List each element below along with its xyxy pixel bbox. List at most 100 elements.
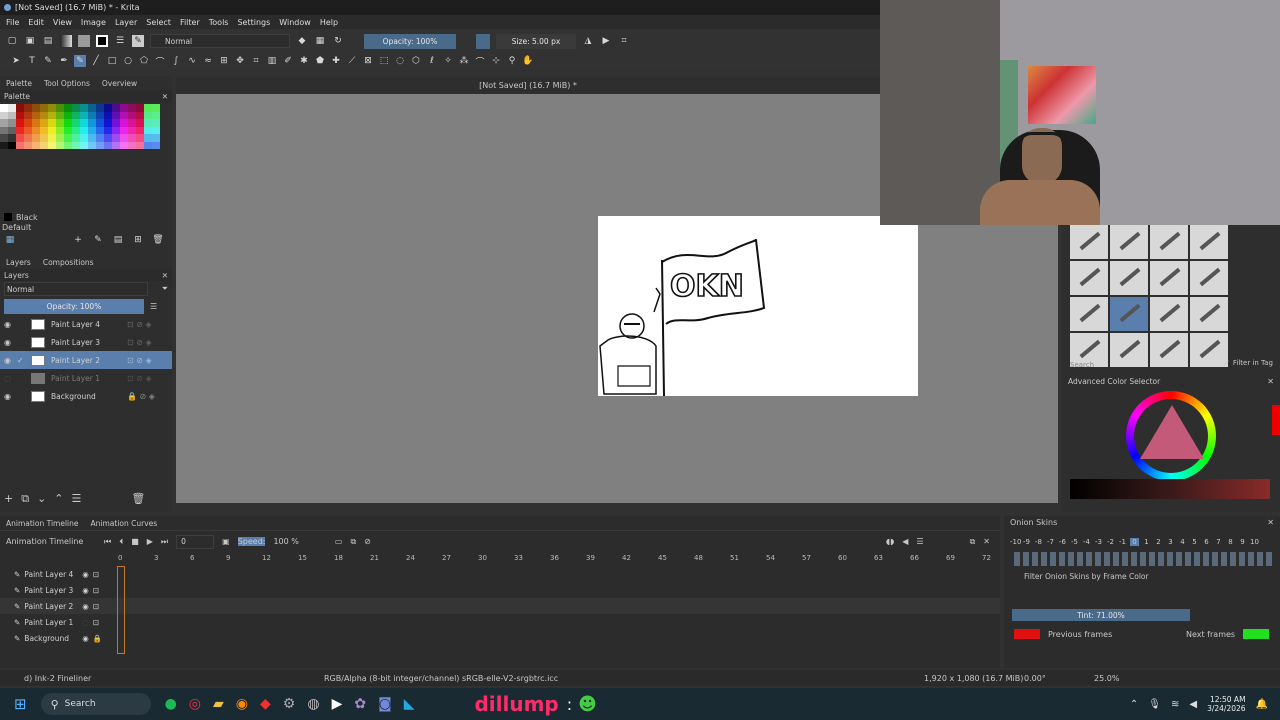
palette-swatch[interactable] [16, 104, 24, 112]
palette-swatch[interactable] [88, 126, 96, 134]
gradient-tool-icon[interactable]: ▥ [266, 55, 278, 67]
fg-bg-color-icon[interactable] [96, 35, 108, 47]
menu-settings[interactable]: Settings [237, 18, 270, 27]
brush-preset-tile[interactable] [1070, 225, 1108, 259]
close-icon[interactable]: ✕ [1267, 518, 1274, 527]
palette-swatch[interactable] [152, 119, 160, 127]
palette-swatch[interactable] [136, 104, 144, 112]
add-layer-icon[interactable]: + [4, 492, 13, 506]
eye-icon[interactable]: ◉ [4, 356, 11, 365]
tab-layers[interactable]: Layers [6, 258, 31, 267]
palette-swatch[interactable] [152, 126, 160, 134]
palette-swatch[interactable] [48, 141, 56, 149]
palette-swatch[interactable] [144, 111, 152, 119]
menu-window[interactable]: Window [279, 18, 311, 27]
palette-swatch[interactable] [40, 104, 48, 112]
rect-select-icon[interactable]: ⬚ [378, 55, 390, 67]
palette-swatch[interactable] [120, 119, 128, 127]
palette-swatch[interactable] [152, 104, 160, 112]
palette-swatch[interactable] [128, 134, 136, 142]
palette-swatch[interactable] [104, 134, 112, 142]
palette-swatch[interactable] [64, 111, 72, 119]
palette-swatch[interactable] [72, 126, 80, 134]
palette-swatch[interactable] [88, 141, 96, 149]
flow-indicator[interactable] [476, 33, 490, 49]
onion-frame-number[interactable]: 9 [1238, 538, 1247, 546]
lock-icon[interactable]: ⊡ ⊘ ◈ [127, 374, 152, 383]
onion-frame-number[interactable]: 7 [1214, 538, 1223, 546]
menu-file[interactable]: File [6, 18, 19, 27]
eye-closed-icon[interactable]: ◌ [82, 618, 89, 627]
palette-swatch[interactable] [128, 111, 136, 119]
brush-preset-tile[interactable] [1110, 261, 1148, 295]
onion-frame-number[interactable]: -4 [1082, 538, 1091, 546]
palette-swatch[interactable] [24, 134, 32, 142]
palette-swatch[interactable] [32, 126, 40, 134]
onion-frame-number[interactable]: 3 [1166, 538, 1175, 546]
palette-swatch[interactable] [120, 104, 128, 112]
krita-icon[interactable]: ✿ [354, 696, 366, 712]
palette-swatch[interactable] [64, 104, 72, 112]
palette-swatch[interactable] [56, 111, 64, 119]
taskbar-search[interactable]: ⚲ Search [40, 693, 151, 715]
close-icon[interactable]: ✕ [162, 92, 168, 101]
palette-swatch[interactable] [112, 126, 120, 134]
palette-grid-icon[interactable]: ▦ [4, 234, 16, 246]
palette-swatch[interactable] [56, 119, 64, 127]
media-player-icon[interactable]: ▶ [332, 696, 343, 712]
layer-opacity-field[interactable]: Opacity: 100% [4, 298, 144, 314]
menu-edit[interactable]: Edit [28, 18, 44, 27]
palette-swatch[interactable] [16, 119, 24, 127]
wifi-icon[interactable]: ≋ [1171, 699, 1179, 710]
grid-view-icon[interactable]: ⊞ [132, 234, 144, 246]
palette-swatch[interactable] [80, 126, 88, 134]
palette-swatch[interactable] [80, 119, 88, 127]
ellipse-select-icon[interactable]: ◌ [394, 55, 406, 67]
eye-icon[interactable]: ◉ [4, 392, 11, 401]
calligraphy-icon[interactable]: ✒ [58, 55, 70, 67]
transform-tool-icon[interactable]: ⊞ [218, 55, 230, 67]
palette-swatch[interactable] [128, 141, 136, 149]
palette-swatch[interactable] [16, 134, 24, 142]
brush-preset-icon[interactable]: ✎ [132, 35, 144, 47]
palette-swatch[interactable] [48, 104, 56, 112]
app-icon[interactable]: ◣ [404, 696, 415, 712]
brush-preset-tile[interactable] [1190, 333, 1228, 367]
menu-layer[interactable]: Layer [115, 18, 137, 27]
palette-swatch[interactable] [104, 141, 112, 149]
delete-swatch-icon[interactable]: 🗑 [152, 234, 164, 246]
palette-swatch[interactable] [16, 111, 24, 119]
bezier-tool-icon[interactable]: ∫ [170, 55, 182, 67]
palette-swatch[interactable] [72, 141, 80, 149]
palette-swatch[interactable] [40, 126, 48, 134]
chevron-up-icon[interactable]: ⌃ [54, 492, 63, 506]
tab-animation-curves[interactable]: Animation Curves [91, 519, 158, 528]
palette-swatch[interactable] [136, 141, 144, 149]
brush-preset-tile[interactable] [1190, 225, 1228, 259]
mic-icon[interactable]: 🎙 [1148, 699, 1161, 710]
lock-icon[interactable]: 🔒 ⊘ ◈ [127, 392, 155, 401]
onion-frame-number[interactable]: -5 [1070, 538, 1079, 546]
palette-swatch[interactable] [120, 111, 128, 119]
chrome-icon[interactable]: ◎ [189, 696, 201, 712]
palette-swatch[interactable] [64, 119, 72, 127]
pan-tool-icon[interactable]: ✋ [522, 55, 534, 67]
palette-swatch[interactable] [48, 111, 56, 119]
alpha-lock-icon[interactable]: ▦ [314, 35, 326, 47]
play-icon[interactable]: ▶ [147, 537, 153, 546]
canvas-tab[interactable]: [Not Saved] (16.7 MiB) * [176, 77, 880, 93]
lock-icon[interactable]: ⊡ [93, 586, 99, 595]
menu-help[interactable]: Help [320, 18, 338, 27]
palette-swatch[interactable] [24, 111, 32, 119]
palette-swatch[interactable] [40, 134, 48, 142]
palette-swatch[interactable] [96, 104, 104, 112]
palette-swatch[interactable] [136, 119, 144, 127]
palette-swatch[interactable] [136, 126, 144, 134]
reload-preset-icon[interactable]: ↻ [332, 35, 344, 47]
palette-swatch[interactable] [112, 111, 120, 119]
tint-slider[interactable]: Tint: 71.00% [1012, 609, 1190, 621]
palette-swatch[interactable] [56, 126, 64, 134]
onion-frame-number[interactable]: -8 [1034, 538, 1043, 546]
lock-icon[interactable]: ⊡ [93, 618, 99, 627]
onion-frame-number[interactable]: -3 [1094, 538, 1103, 546]
